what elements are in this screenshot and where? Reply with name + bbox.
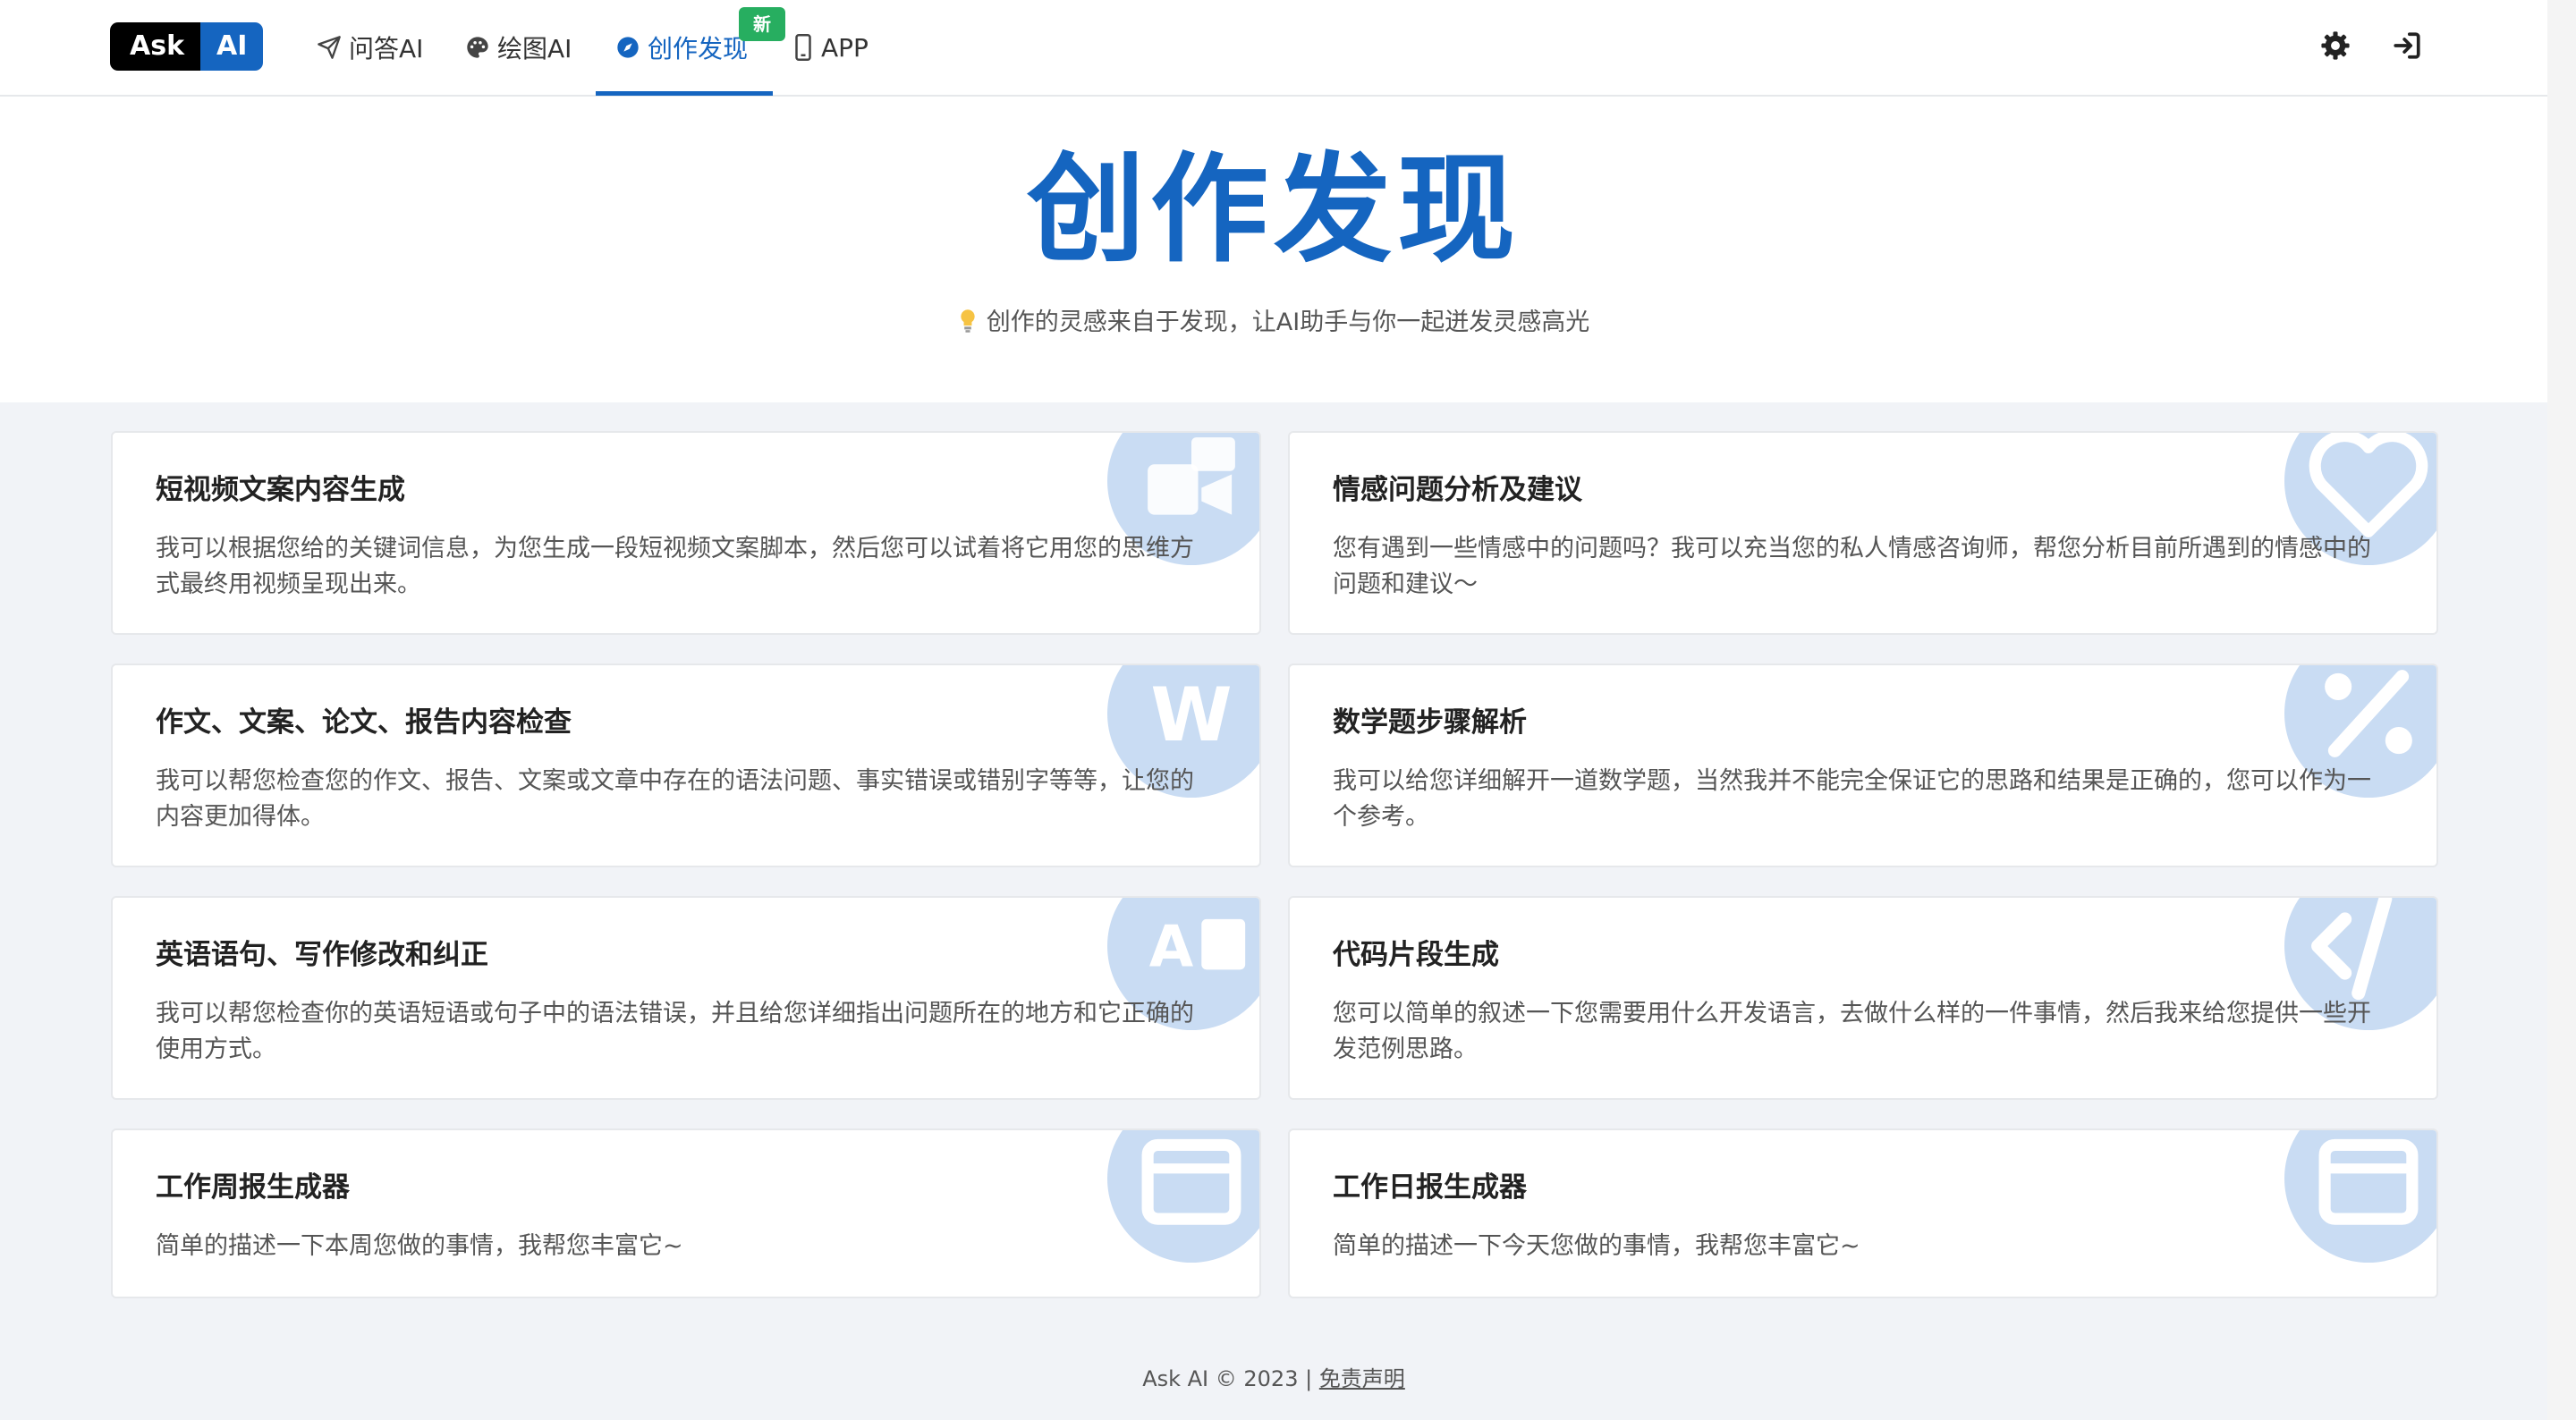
svg-text:A: A [1149, 915, 1194, 981]
card-title: 工作周报生成器 [156, 1171, 350, 1204]
card-desc: 简单的描述一下本周您做的事情，我帮您丰富它~ [156, 1232, 683, 1260]
footer: Ask AI © 2023 | 免责声明 [0, 1361, 2547, 1392]
nav-item-discover[interactable]: 创作发现 [615, 0, 748, 95]
nav-item-label: 创作发现 [648, 34, 749, 63]
footer-copyright: Ask AI © 2023 | [1142, 1366, 1319, 1391]
card-title: 工作日报生成器 [1333, 1171, 1527, 1204]
card-short-video-copy[interactable]: 短视频文案内容生成 我可以根据您给的关键词信息，为您生成一段短视频文案脚本，然后… [111, 431, 1261, 635]
nav-item-label: 绘图AI [497, 34, 572, 63]
card-desc: 我可以根据您给的关键词信息，为您生成一段短视频文案脚本，然后您可以试着将它用您的… [156, 535, 1194, 598]
card-title: 代码片段生成 [1333, 939, 1499, 971]
nav-item-app[interactable]: APP [792, 0, 869, 95]
settings-gear-icon[interactable] [2320, 30, 2351, 61]
login-icon[interactable] [2392, 30, 2422, 61]
card-desc: 您有遇到一些情感中的问题吗？我可以充当您的私人情感咨询师，帮您分析目前所遇到的情… [1333, 535, 2371, 598]
svg-text:W: W [1150, 672, 1232, 758]
page-subtitle: 创作的灵感来自于发现，让AI助手与你一起迸发灵感高光 [0, 302, 2547, 337]
card-title: 英语语句、写作修改和纠正 [156, 939, 488, 971]
card-title: 情感问题分析及建议 [1333, 474, 1582, 506]
top-header: Ask AI 问答AI 绘图AI 创作发现 新 APP [0, 0, 2547, 97]
palette-icon [467, 37, 488, 58]
send-icon [318, 36, 341, 59]
nav-item-draw-ai[interactable]: 绘图AI [465, 0, 572, 95]
mobile-icon [795, 34, 811, 61]
logo-part-ai: AI [200, 22, 264, 71]
card-desc: 您可以简单的叙述一下您需要用什么开发语言，去做什么样的一件事情，然后我来给您提供… [1333, 1000, 2371, 1063]
disclaimer-link[interactable]: 免责声明 [1319, 1366, 1405, 1391]
card-title: 短视频文案内容生成 [156, 474, 405, 506]
nav-item-label: APP [821, 32, 869, 63]
card-emotion-analysis[interactable]: 情感问题分析及建议 您有遇到一些情感中的问题吗？我可以充当您的私人情感咨询师，帮… [1288, 431, 2438, 635]
card-content-check[interactable]: W 作文、文案、论文、报告内容检查 我可以帮您检查您的作文、报告、文案或文章中存… [111, 664, 1261, 867]
card-desc: 简单的描述一下今天您做的事情，我帮您丰富它~ [1333, 1232, 1860, 1260]
card-english-correction[interactable]: A 英语语句、写作修改和纠正 我可以帮您检查你的英语短语或句子中的语法错误，并且… [111, 896, 1261, 1100]
nav-item-label: 问答AI [349, 34, 424, 63]
logo-part-ask: Ask [110, 22, 201, 71]
logo[interactable]: Ask AI [110, 22, 264, 71]
lightbulb-icon [961, 309, 975, 333]
card-desc: 我可以给您详细解开一道数学题，当然我并不能完全保证它的思路和结果是正确的，您可以… [1333, 767, 2371, 831]
card-code-snippet[interactable]: 代码片段生成 您可以简单的叙述一下您需要用什么开发语言，去做什么样的一件事情，然… [1288, 896, 2438, 1100]
subtitle-text: 创作的灵感来自于发现，让AI助手与你一起迸发灵感高光 [986, 309, 1590, 336]
card-title: 数学题步骤解析 [1333, 706, 1527, 739]
card-math-steps[interactable]: 数学题步骤解析 我可以给您详细解开一道数学题，当然我并不能完全保证它的思路和结果… [1288, 664, 2438, 867]
card-desc: 我可以帮您检查您的作文、报告、文案或文章中存在的语法问题、事实错误或错别字等等，… [156, 767, 1194, 831]
new-badge: 新 [739, 7, 785, 41]
card-daily-report[interactable]: 工作日报生成器 简单的描述一下今天您做的事情，我帮您丰富它~ [1288, 1128, 2438, 1298]
page-title: 创作发现 [1027, 141, 1521, 279]
hero-banner: 创作发现 创作的灵感来自于发现，让AI助手与你一起迸发灵感高光 [0, 97, 2547, 402]
scrollbar-track[interactable] [2547, 0, 2576, 1420]
active-tab-indicator [596, 91, 773, 96]
compass-icon [617, 37, 639, 58]
nav-item-qa-ai[interactable]: 问答AI [317, 0, 423, 95]
card-desc: 我可以帮您检查你的英语短语或句子中的语法错误，并且给您详细指出问题所在的地方和它… [156, 1000, 1194, 1063]
card-title: 作文、文案、论文、报告内容检查 [156, 706, 572, 739]
card-weekly-report[interactable]: 工作周报生成器 简单的描述一下本周您做的事情，我帮您丰富它~ [111, 1128, 1261, 1298]
